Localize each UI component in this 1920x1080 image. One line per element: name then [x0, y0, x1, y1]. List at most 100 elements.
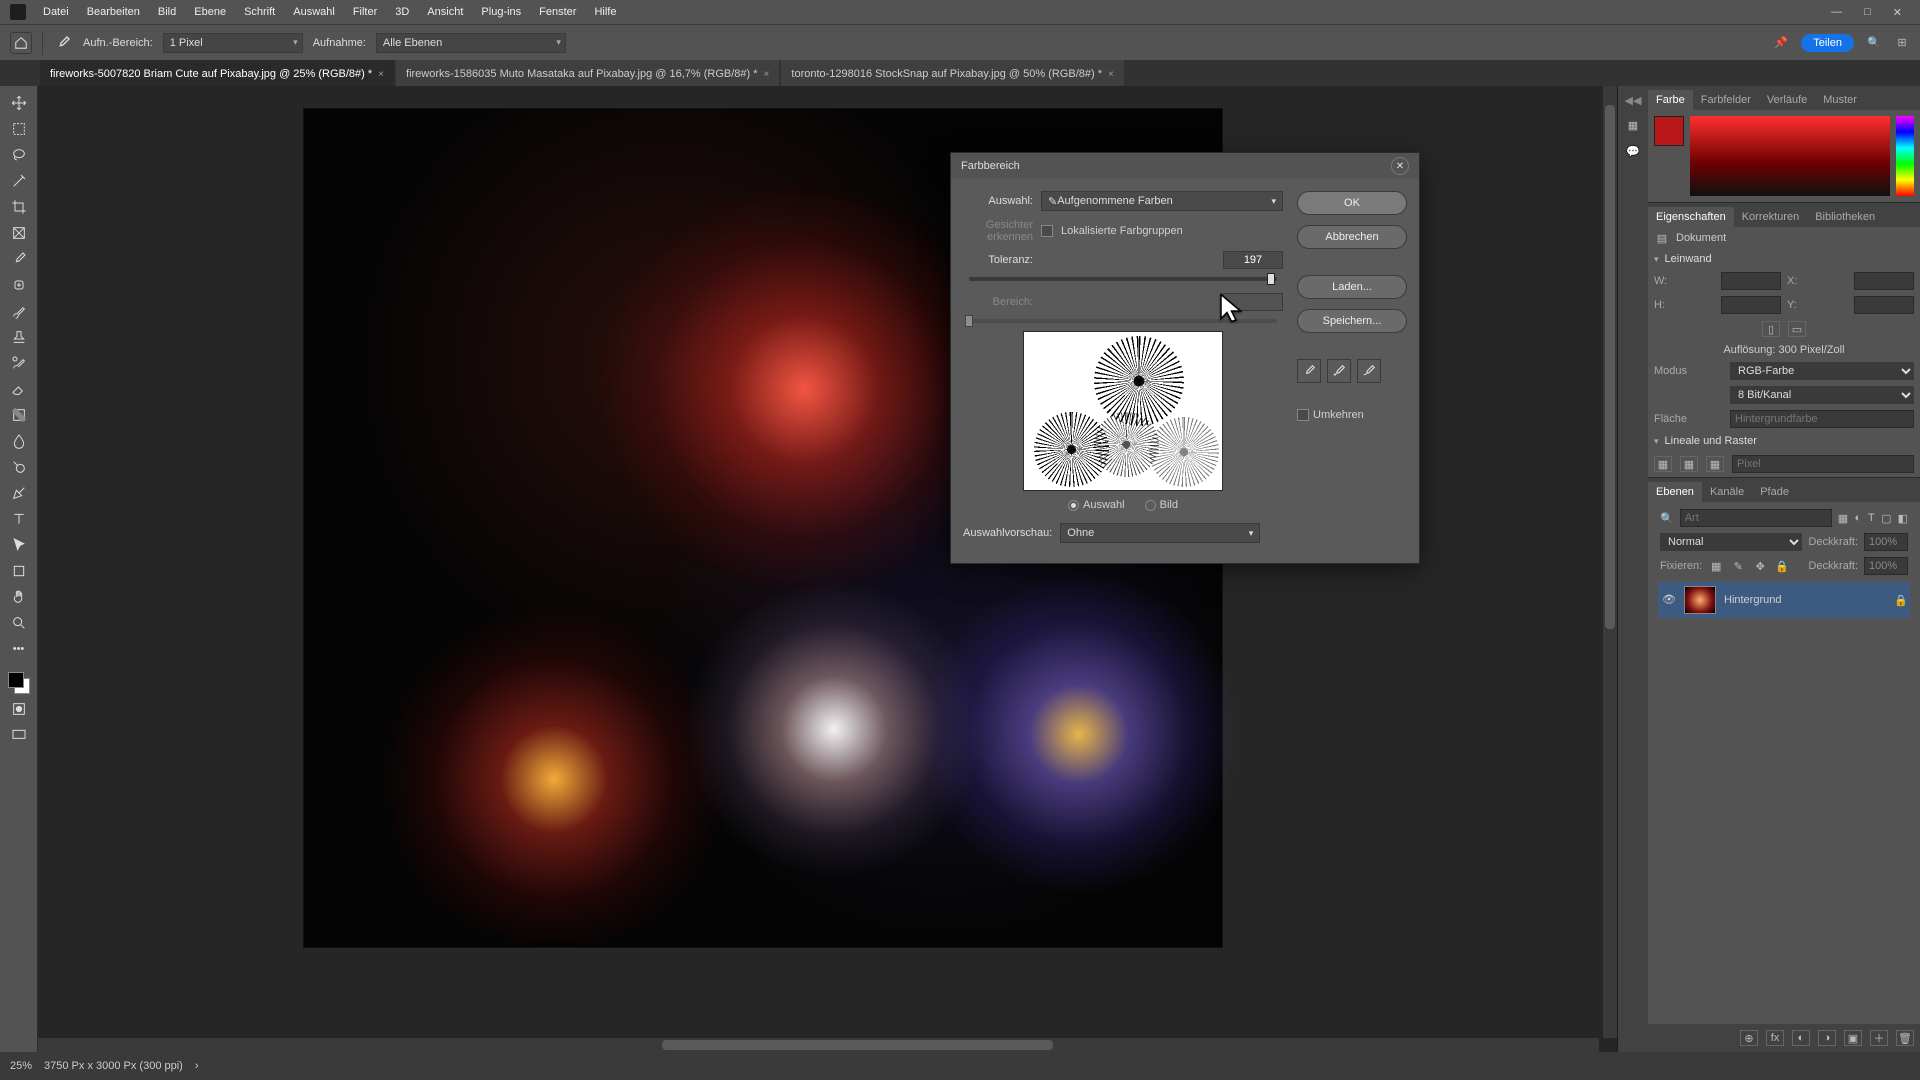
menu-schrift[interactable]: Schrift — [235, 0, 284, 24]
width-input[interactable] — [1721, 272, 1781, 290]
tab-farbe[interactable]: Farbe — [1648, 90, 1693, 110]
guides-icon[interactable]: ▦ — [1706, 456, 1724, 472]
history-brush-tool[interactable] — [6, 352, 32, 374]
new-layer-icon[interactable]: ＋ — [1870, 1030, 1888, 1046]
tab-kanaele[interactable]: Kanäle — [1702, 482, 1752, 502]
v-scrollbar[interactable] — [1603, 86, 1617, 1038]
tolerance-input[interactable] — [1223, 251, 1283, 269]
group-icon[interactable]: ▣ — [1844, 1030, 1862, 1046]
opacity-input[interactable] — [1864, 533, 1908, 551]
frame-tool[interactable] — [6, 222, 32, 244]
panel-icon-1[interactable]: ▦ — [1625, 117, 1641, 133]
canvas-section[interactable]: Leinwand — [1648, 249, 1920, 269]
fill-input[interactable] — [1730, 410, 1914, 428]
share-button[interactable]: Teilen — [1801, 34, 1854, 52]
filter-smart-icon[interactable]: ◧ — [1898, 510, 1908, 526]
dodge-tool[interactable] — [6, 456, 32, 478]
filter-type-icon[interactable]: T — [1868, 510, 1876, 526]
screen-mode[interactable] — [6, 724, 32, 746]
select-dropdown[interactable]: ✎ Aufgenommene Farben — [1041, 191, 1283, 211]
save-button[interactable]: Speichern... — [1297, 309, 1407, 333]
heal-tool[interactable] — [6, 274, 32, 296]
doc-tab-2[interactable]: fireworks-1586035 Muto Masataka auf Pixa… — [396, 60, 779, 86]
depth-select[interactable]: 8 Bit/Kanal — [1730, 386, 1914, 404]
menu-auswahl[interactable]: Auswahl — [284, 0, 344, 24]
link-layers-icon[interactable]: ⊕ — [1740, 1030, 1758, 1046]
tab-verlaeufe[interactable]: Verläufe — [1759, 90, 1815, 110]
shape-tool[interactable] — [6, 560, 32, 582]
y-input[interactable] — [1854, 296, 1914, 314]
menu-bild[interactable]: Bild — [149, 0, 185, 24]
radio-image[interactable]: Bild — [1145, 499, 1178, 511]
layer-search[interactable] — [1680, 509, 1832, 527]
tab-pfade[interactable]: Pfade — [1752, 482, 1797, 502]
lasso-tool[interactable] — [6, 144, 32, 166]
doc-tab-1[interactable]: fireworks-5007820 Briam Cute auf Pixabay… — [40, 60, 394, 86]
menu-hilfe[interactable]: Hilfe — [585, 0, 625, 24]
ok-button[interactable]: OK — [1297, 191, 1407, 215]
menu-datei[interactable]: Datei — [34, 0, 78, 24]
menu-plugins[interactable]: Plug-ins — [472, 0, 530, 24]
hand-tool[interactable] — [6, 586, 32, 608]
grid-icon[interactable]: ▦ — [1680, 456, 1698, 472]
stamp-tool[interactable] — [6, 326, 32, 348]
dialog-titlebar[interactable]: Farbbereich ✕ — [951, 153, 1419, 179]
blur-tool[interactable] — [6, 430, 32, 452]
menu-bearbeiten[interactable]: Bearbeiten — [78, 0, 149, 24]
load-button[interactable]: Laden... — [1297, 275, 1407, 299]
fill-input-2[interactable] — [1864, 557, 1908, 575]
layer-name[interactable]: Hintergrund — [1724, 594, 1781, 606]
foreground-swatch[interactable] — [1654, 116, 1684, 146]
layer-mask-icon[interactable]: ◐ — [1792, 1030, 1810, 1046]
tab-close-icon[interactable]: × — [378, 69, 384, 80]
layer-thumbnail[interactable] — [1684, 586, 1716, 614]
marquee-tool[interactable] — [6, 118, 32, 140]
tab-bibliotheken[interactable]: Bibliotheken — [1807, 207, 1883, 227]
quick-mask[interactable] — [6, 698, 32, 720]
ruler-unit[interactable] — [1732, 455, 1914, 473]
eyedropper-tool[interactable] — [6, 248, 32, 270]
height-input[interactable] — [1721, 296, 1781, 314]
panel-icon-2[interactable]: 💬 — [1625, 143, 1641, 159]
edit-toolbar[interactable]: ••• — [6, 638, 32, 660]
brush-tool[interactable] — [6, 300, 32, 322]
eyedropper-add-icon[interactable] — [1327, 359, 1351, 383]
close-icon[interactable]: ✕ — [1391, 157, 1409, 175]
zoom-readout[interactable]: 25% — [10, 1060, 32, 1072]
status-chevron-icon[interactable]: › — [195, 1060, 199, 1072]
tab-close-icon[interactable]: × — [764, 69, 770, 80]
pin-icon[interactable]: 📌 — [1773, 35, 1789, 51]
zoom-tool[interactable] — [6, 612, 32, 634]
maximize-icon[interactable]: □ — [1864, 6, 1871, 19]
lock-pos-icon[interactable]: ✥ — [1752, 558, 1768, 574]
move-tool[interactable] — [6, 92, 32, 114]
menu-ebene[interactable]: Ebene — [185, 0, 235, 24]
visibility-icon[interactable]: 👁 — [1662, 593, 1676, 607]
gradient-tool[interactable] — [6, 404, 32, 426]
minimize-icon[interactable]: — — [1831, 6, 1842, 19]
portrait-icon[interactable]: ▯ — [1762, 321, 1780, 337]
radio-selection[interactable]: Auswahl — [1068, 499, 1125, 511]
menu-fenster[interactable]: Fenster — [530, 0, 585, 24]
path-select-tool[interactable] — [6, 534, 32, 556]
local-colors-checkbox[interactable] — [1041, 225, 1053, 237]
search-icon[interactable]: 🔍 — [1660, 512, 1674, 525]
preview-dropdown[interactable]: Ohne — [1060, 523, 1260, 543]
lock-paint-icon[interactable]: ✎ — [1730, 558, 1746, 574]
search-icon[interactable]: 🔍 — [1866, 35, 1882, 51]
tab-ebenen[interactable]: Ebenen — [1648, 482, 1702, 502]
lock-trans-icon[interactable]: ▦ — [1708, 558, 1724, 574]
tab-eigenschaften[interactable]: Eigenschaften — [1648, 207, 1734, 227]
x-input[interactable] — [1854, 272, 1914, 290]
layer-style-icon[interactable]: fx — [1766, 1030, 1784, 1046]
menu-3d[interactable]: 3D — [386, 0, 418, 24]
mode-select[interactable]: RGB-Farbe — [1730, 362, 1914, 380]
menu-filter[interactable]: Filter — [344, 0, 386, 24]
eyedropper-sample-icon[interactable] — [1297, 359, 1321, 383]
delete-layer-icon[interactable]: 🗑 — [1896, 1030, 1914, 1046]
ruler-icon[interactable]: ▦ — [1654, 456, 1672, 472]
lock-all-icon[interactable]: 🔒 — [1774, 558, 1790, 574]
sample-select[interactable]: Alle Ebenen — [376, 33, 566, 53]
tab-farbfelder[interactable]: Farbfelder — [1693, 90, 1759, 110]
lock-icon[interactable]: 🔒 — [1894, 594, 1906, 606]
